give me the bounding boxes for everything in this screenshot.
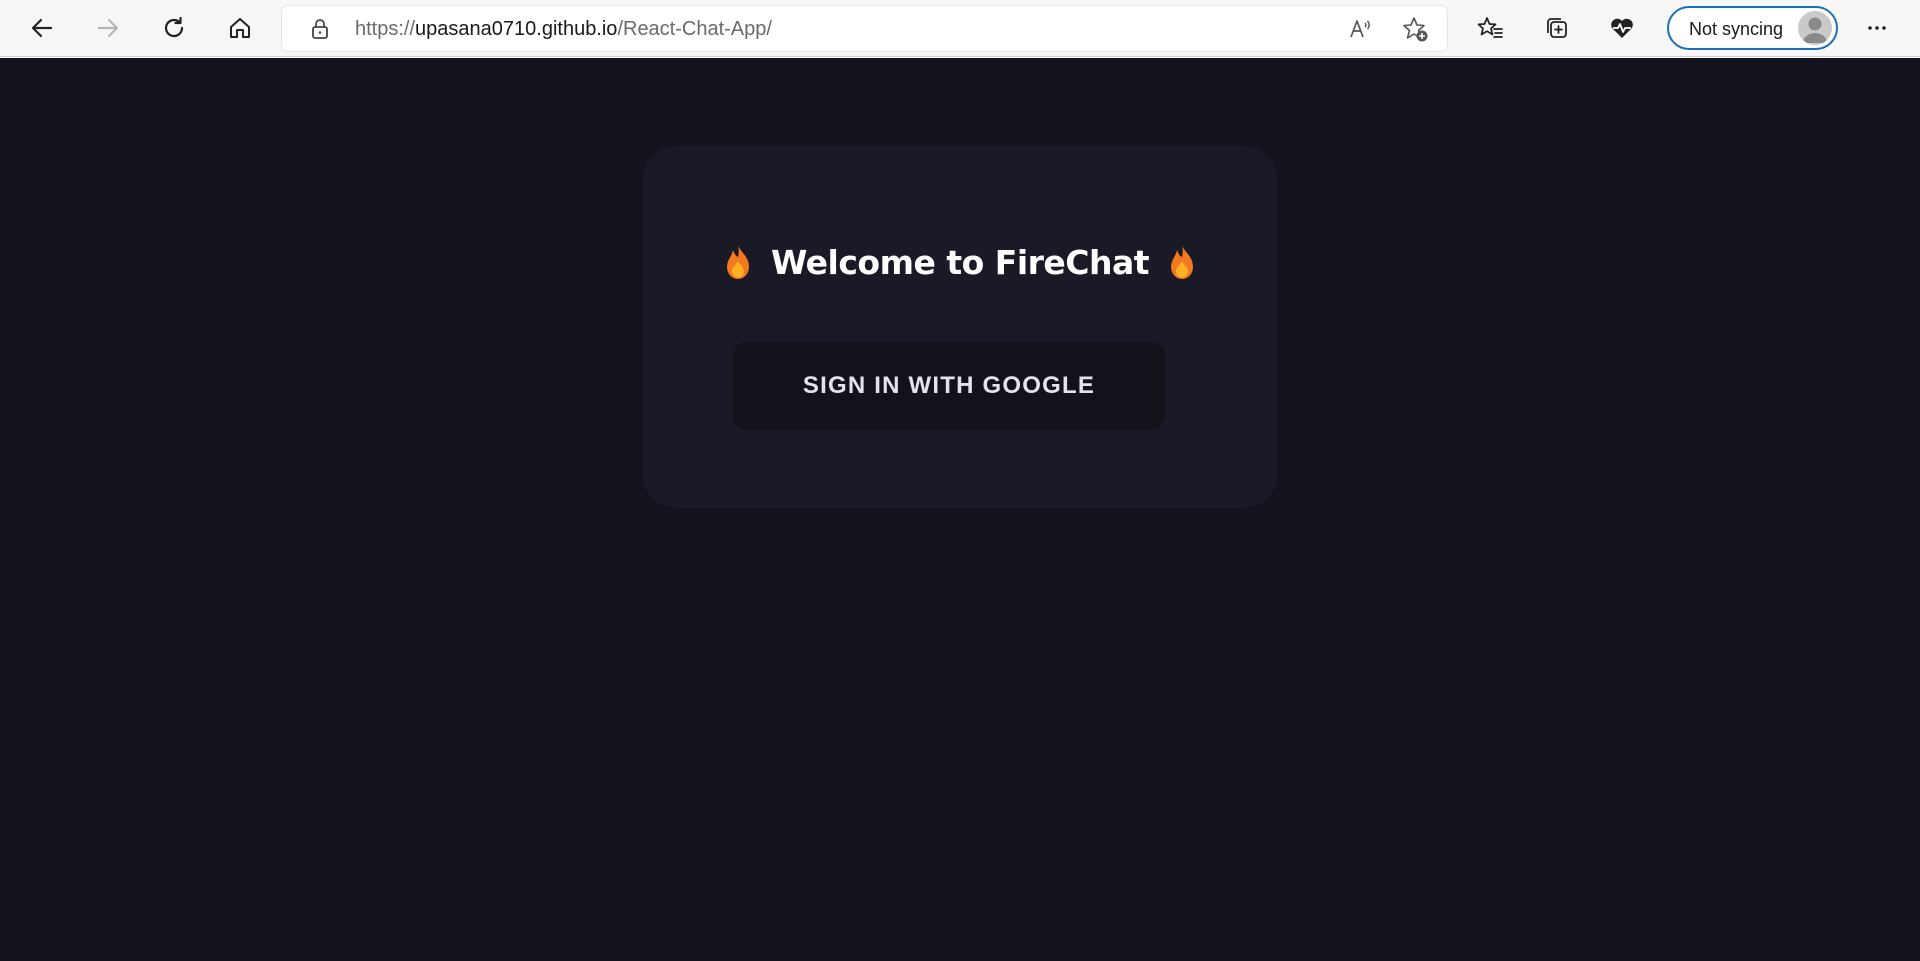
- add-favorite-icon: [1403, 17, 1428, 42]
- title-row: Welcome to FireChat: [643, 238, 1277, 286]
- profile-sync-button[interactable]: Not syncing: [1667, 6, 1838, 50]
- page-viewport: Welcome to FireChat SIGN IN WITH GOOGLE: [0, 58, 1920, 961]
- read-aloud-icon: [1350, 20, 1370, 38]
- page-title: Welcome to FireChat: [770, 242, 1150, 282]
- more-icon: [1868, 26, 1886, 30]
- more-button[interactable]: [1857, 8, 1897, 48]
- add-favorite-button[interactable]: [1401, 15, 1429, 43]
- collections-button[interactable]: [1536, 8, 1576, 48]
- fire-icon: [1171, 245, 1194, 279]
- address-bar[interactable]: https://upasana0710.github.io/React-Chat…: [282, 6, 1447, 51]
- sync-status-label: Not syncing: [1689, 19, 1784, 39]
- url-text[interactable]: https://upasana0710.github.io/React-Chat…: [355, 17, 772, 41]
- refresh-button[interactable]: [154, 8, 194, 48]
- url-path: /React-Chat-App/: [617, 18, 772, 40]
- url-host: upasana0710.github.io: [415, 18, 618, 40]
- refresh-icon: [164, 16, 184, 38]
- forward-icon: [97, 18, 119, 38]
- favorites-icon: [1477, 17, 1503, 38]
- back-button[interactable]: [22, 8, 62, 48]
- browser-essentials-icon: [1611, 18, 1633, 38]
- home-button[interactable]: [220, 8, 260, 48]
- browser-toolbar: https://upasana0710.github.io/React-Chat…: [0, 0, 1920, 57]
- home-icon: [230, 18, 250, 38]
- sign-in-with-google-button[interactable]: SIGN IN WITH GOOGLE: [733, 342, 1165, 430]
- favorites-button[interactable]: [1470, 8, 1510, 48]
- url-prefix: https://: [355, 18, 416, 40]
- lock-icon[interactable]: [308, 17, 332, 41]
- profile-icon: [1798, 11, 1832, 45]
- back-icon: [31, 18, 53, 38]
- forward-button[interactable]: [88, 8, 128, 48]
- welcome-card: Welcome to FireChat SIGN IN WITH GOOGLE: [643, 146, 1277, 508]
- collections-icon: [1547, 18, 1567, 38]
- browser-essentials-button[interactable]: [1602, 8, 1642, 48]
- fire-icon: [726, 245, 749, 279]
- read-aloud-button[interactable]: [1346, 15, 1374, 43]
